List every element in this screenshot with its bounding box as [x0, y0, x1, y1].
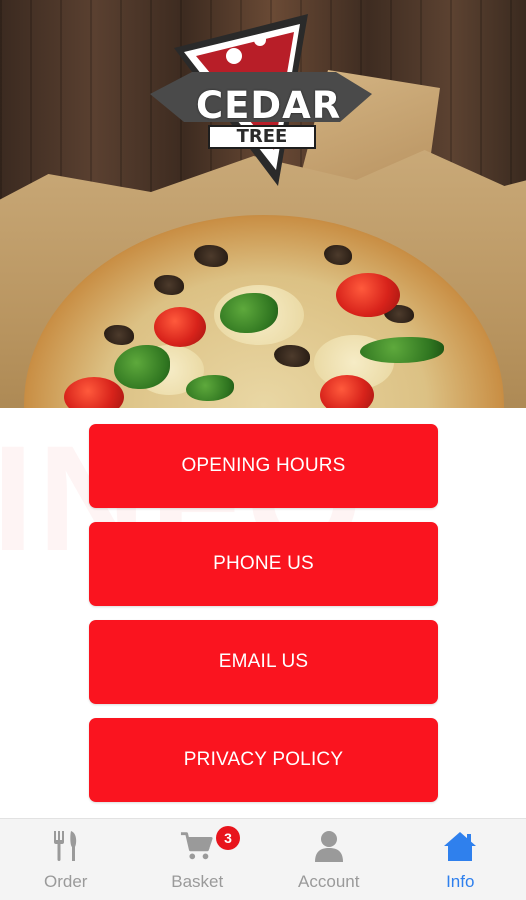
bottom-navigation: Order Basket Account Info [0, 818, 526, 900]
nav-item-info[interactable]: Info [395, 819, 526, 900]
nav-label-basket: Basket [171, 872, 224, 891]
opening-hours-button[interactable]: OPENING HOURS [89, 424, 438, 508]
brand-logo: CEDAR TREE [136, 10, 388, 190]
fork-knife-icon [49, 829, 83, 863]
phone-us-button[interactable]: PHONE US [89, 522, 438, 606]
home-icon [443, 829, 477, 863]
cart-icon [180, 829, 214, 863]
privacy-policy-button[interactable]: PRIVACY POLICY [89, 718, 438, 802]
nav-item-basket[interactable]: Basket [132, 819, 264, 900]
nav-label-order: Order [44, 872, 88, 891]
email-us-button[interactable]: EMAIL US [89, 620, 438, 704]
nav-label-account: Account [298, 872, 360, 891]
logo-title: CEDAR [196, 84, 342, 127]
basket-count-badge: 3 [216, 826, 240, 850]
person-icon [312, 829, 346, 863]
nav-label-info: Info [446, 872, 475, 891]
nav-item-order[interactable]: Order [0, 819, 132, 900]
nav-item-account[interactable]: Account [263, 819, 395, 900]
logo-subtitle: TREE [208, 125, 316, 149]
